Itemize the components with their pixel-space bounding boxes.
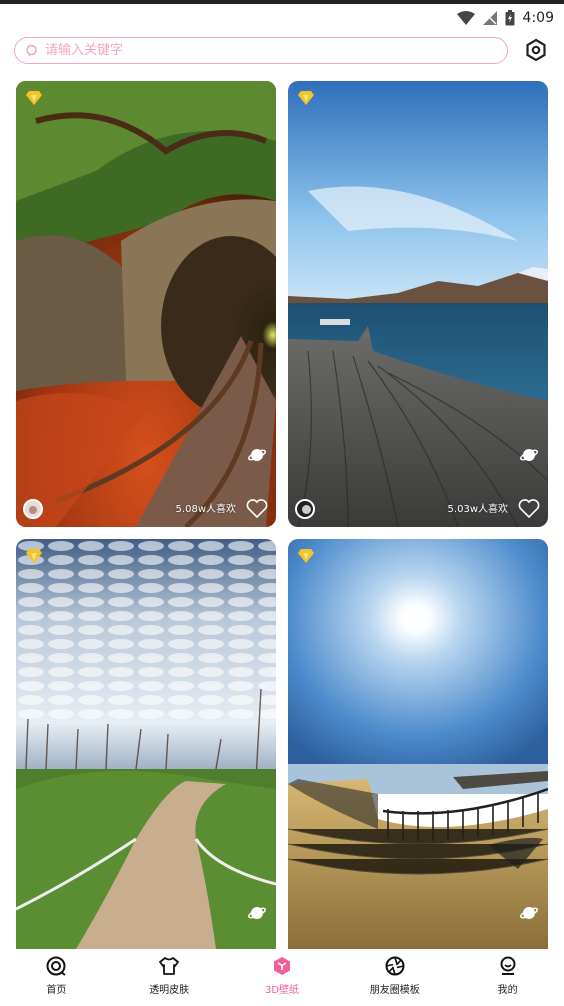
vip-diamond-icon <box>26 549 42 563</box>
tab-label: 我的 <box>497 985 518 996</box>
tab-label: 透明皮肤 <box>149 985 190 996</box>
wallpaper-image <box>288 81 548 527</box>
tab-3d-wallpaper[interactable]: 3D壁纸 <box>226 950 339 1006</box>
aperture-icon <box>385 956 405 976</box>
vip-diamond-icon <box>26 91 42 105</box>
settings-icon[interactable] <box>524 38 548 62</box>
wallpaper-card[interactable]: 5.03w人喜欢 <box>288 81 548 527</box>
tab-label: 首页 <box>46 985 67 996</box>
home-icon <box>46 956 66 976</box>
tab-mine[interactable]: 我的 <box>451 950 564 1006</box>
clock: 4:09 <box>522 10 554 26</box>
status-bar: 4:09 <box>0 0 564 30</box>
wifi-icon <box>456 11 475 25</box>
vip-diamond-icon <box>298 91 314 105</box>
tab-label: 朋友圈模板 <box>369 985 420 996</box>
search-input[interactable] <box>45 43 445 58</box>
3d-planet-icon <box>248 907 266 919</box>
bottom-nav: 首页 透明皮肤 3D壁纸 朋友圈模板 我的 <box>0 950 564 1006</box>
wallpaper-image <box>288 539 548 949</box>
tab-transparent-skin[interactable]: 透明皮肤 <box>113 950 226 1006</box>
wallpaper-card[interactable] <box>288 539 548 949</box>
battery-icon <box>505 10 515 26</box>
wallpaper-card[interactable] <box>16 539 276 949</box>
author-avatar[interactable] <box>23 499 43 519</box>
3d-planet-icon <box>520 449 538 461</box>
wallpaper-image <box>16 539 276 949</box>
3d-planet-icon <box>520 907 538 919</box>
vip-diamond-icon <box>298 549 314 563</box>
tab-label: 3D壁纸 <box>264 985 300 996</box>
wallpaper-card[interactable]: 5.08w人喜欢 <box>16 81 276 527</box>
profile-icon <box>500 956 516 975</box>
author-avatar[interactable] <box>295 499 315 519</box>
heart-icon[interactable] <box>518 499 540 519</box>
tab-home[interactable]: 首页 <box>0 950 113 1006</box>
signal-icon <box>482 11 497 25</box>
tab-moments-template[interactable]: 朋友圈模板 <box>338 950 451 1006</box>
wallpaper-image <box>16 81 276 527</box>
search-bar[interactable] <box>14 37 508 64</box>
heart-icon[interactable] <box>246 499 268 519</box>
3d-planet-icon <box>248 449 266 461</box>
shirt-icon <box>159 957 180 975</box>
like-count: 5.08w人喜欢 <box>175 504 236 515</box>
search-icon <box>26 44 37 56</box>
cube-icon <box>273 957 290 975</box>
like-count: 5.03w人喜欢 <box>447 504 508 515</box>
